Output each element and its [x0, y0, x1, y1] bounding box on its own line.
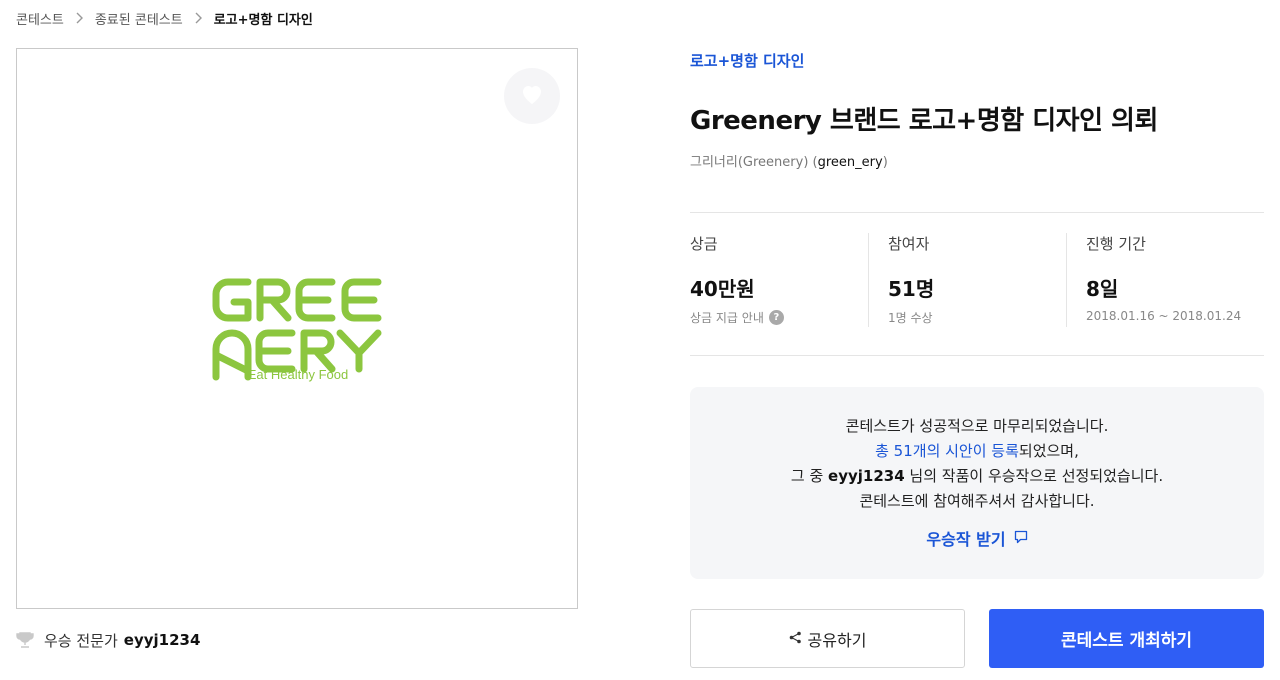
breadcrumb-item-contest[interactable]: 콘테스트: [16, 9, 64, 28]
like-button[interactable]: [504, 68, 560, 124]
chevron-right-icon: [195, 12, 202, 24]
breadcrumb: 콘테스트 종료된 콘테스트 로고+명함 디자인: [16, 8, 313, 28]
share-button-label: 공유하기: [807, 630, 867, 650]
result-line-2: 총 51개의 시안이 등록되었으며,: [690, 439, 1264, 464]
chevron-right-icon: [76, 12, 83, 24]
organizer-name: 그리너리(Greenery): [690, 155, 809, 170]
stat-period-label: 진행 기간: [1086, 235, 1146, 253]
result-line-1: 콘테스트가 성공적으로 마무리되었습니다.: [845, 417, 1109, 435]
contest-stats: 상금 40만원 상금 지급 안내 ? 참여자 51명 1명 수상 진행 기간 8…: [690, 212, 1264, 356]
logo-tagline: Eat Healthy Food: [247, 367, 349, 382]
stat-participants: 참여자 51명 1명 수상: [868, 213, 1066, 355]
result-line-3: 그 중 eyyj1234 님의 작품이 우승작으로 선정되었습니다.: [690, 464, 1264, 489]
stat-period: 진행 기간 8일 2018.01.16 ~ 2018.01.24: [1066, 213, 1264, 355]
stat-participants-label: 참여자: [888, 235, 930, 253]
prize-payment-info-label: 상금 지급 안내: [690, 311, 764, 325]
trophy-icon: [16, 631, 34, 649]
contest-category[interactable]: 로고+명함 디자인: [690, 50, 804, 71]
speech-bubble-icon: [1006, 529, 1028, 548]
stat-prize-value: 40만원: [690, 277, 755, 301]
winner-expert: 우승 전문가 eyyj1234: [16, 628, 200, 652]
organizer[interactable]: 그리너리(Greenery) (green_ery): [690, 151, 888, 170]
stat-period-dates: 2018.01.16 ~ 2018.01.24: [1086, 309, 1242, 323]
download-winning-work-label: 우승작 받기: [926, 530, 1006, 549]
host-contest-button[interactable]: 콘테스트 개최하기: [989, 609, 1264, 668]
stat-prize: 상금 40만원 상금 지급 안내 ?: [690, 213, 868, 355]
prize-payment-info[interactable]: 상금 지급 안내 ?: [690, 309, 868, 326]
share-button[interactable]: 공유하기: [690, 609, 965, 668]
stat-participants-sub: 1명 수상: [888, 311, 933, 325]
result-line-4: 콘테스트에 참여해주셔서 감사합니다.: [859, 492, 1095, 510]
result-winner-id: eyyj1234: [828, 467, 905, 485]
winning-artwork-image[interactable]: Eat Healthy Food: [16, 48, 578, 609]
contest-result-box: 콘테스트가 성공적으로 마무리되었습니다. 총 51개의 시안이 등록되었으며,…: [690, 387, 1264, 579]
winner-label: 우승 전문가: [44, 631, 118, 650]
organizer-id: green_ery: [817, 155, 883, 170]
breadcrumb-item-current[interactable]: 로고+명함 디자인: [214, 9, 313, 28]
breadcrumb-item-ended-contest[interactable]: 종료된 콘테스트: [95, 9, 183, 28]
winner-name[interactable]: eyyj1234: [124, 631, 201, 649]
stat-participants-value: 51명: [888, 277, 935, 301]
share-icon: [789, 629, 808, 648]
heart-icon: [520, 83, 544, 109]
stat-period-value: 8일: [1086, 277, 1119, 301]
contest-title: Greenery 브랜드 로고+명함 디자인 의뢰: [690, 106, 1158, 136]
result-line-2-rest: 되었으며,: [1018, 442, 1079, 460]
logo-mark: [212, 278, 382, 381]
result-line-3-pre: 그 중: [790, 467, 829, 485]
download-winning-work-button[interactable]: 우승작 받기: [926, 526, 1027, 550]
submissions-link[interactable]: 총 51개의 시안이 등록: [875, 442, 1019, 460]
stat-prize-label: 상금: [690, 235, 718, 253]
result-line-3-post: 님의 작품이 우승작으로 선정되었습니다.: [904, 467, 1164, 485]
help-icon[interactable]: ?: [768, 310, 784, 325]
